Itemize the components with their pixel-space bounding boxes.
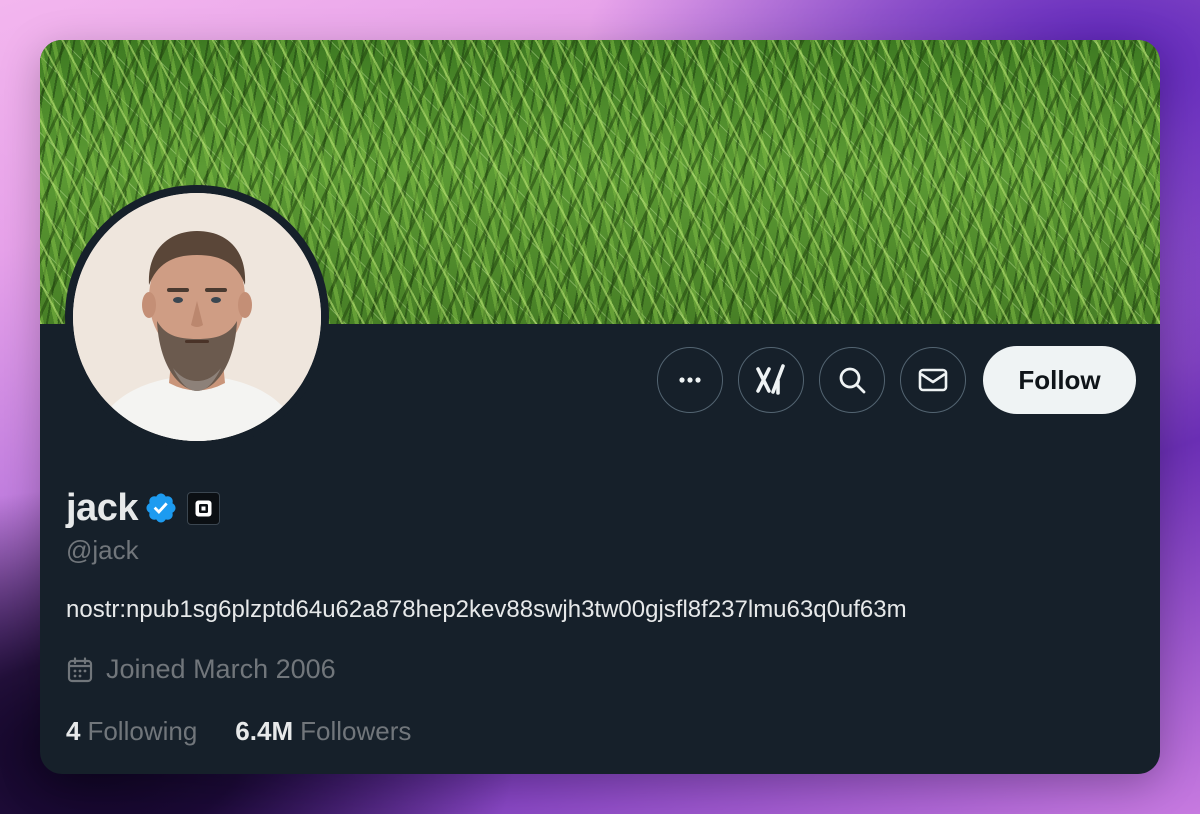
following-count: 4 xyxy=(66,716,81,746)
joined-date: Joined March 2006 xyxy=(66,654,336,685)
message-button[interactable] xyxy=(900,347,966,413)
profile-bio[interactable]: nostr:npub1sg6plzptd64u62a878hep2kev88sw… xyxy=(66,596,907,624)
follow-button[interactable]: Follow xyxy=(983,346,1136,414)
following-label: Following xyxy=(87,716,198,746)
search-button[interactable] xyxy=(819,347,885,413)
grok-icon xyxy=(754,363,788,397)
calendar-icon xyxy=(66,656,106,684)
grok-button[interactable] xyxy=(738,347,804,413)
more-icon xyxy=(677,367,703,393)
display-name: jack xyxy=(66,486,138,529)
followers-label: Followers xyxy=(300,716,412,746)
joined-text: Joined March 2006 xyxy=(106,654,336,684)
avatar-photo xyxy=(73,193,321,441)
search-icon xyxy=(837,365,867,395)
more-button[interactable] xyxy=(657,347,723,413)
profile-card: Follow jack @jack nostr:npub1sg6plzptd64… xyxy=(40,40,1160,774)
profile-avatar[interactable] xyxy=(65,185,329,449)
profile-stats: 4 Following 6.4M Followers xyxy=(66,716,411,747)
profile-actions: Follow xyxy=(657,346,1136,414)
profile-handle: @jack xyxy=(66,535,139,565)
message-icon xyxy=(917,366,949,394)
following-link[interactable]: 4 Following xyxy=(66,716,197,747)
followers-count: 6.4M xyxy=(235,716,294,746)
verified-badge-icon[interactable] xyxy=(144,491,178,525)
square-logo-icon[interactable] xyxy=(186,491,220,525)
followers-link[interactable]: 6.4M Followers xyxy=(235,716,411,747)
name-row: jack xyxy=(66,483,220,533)
